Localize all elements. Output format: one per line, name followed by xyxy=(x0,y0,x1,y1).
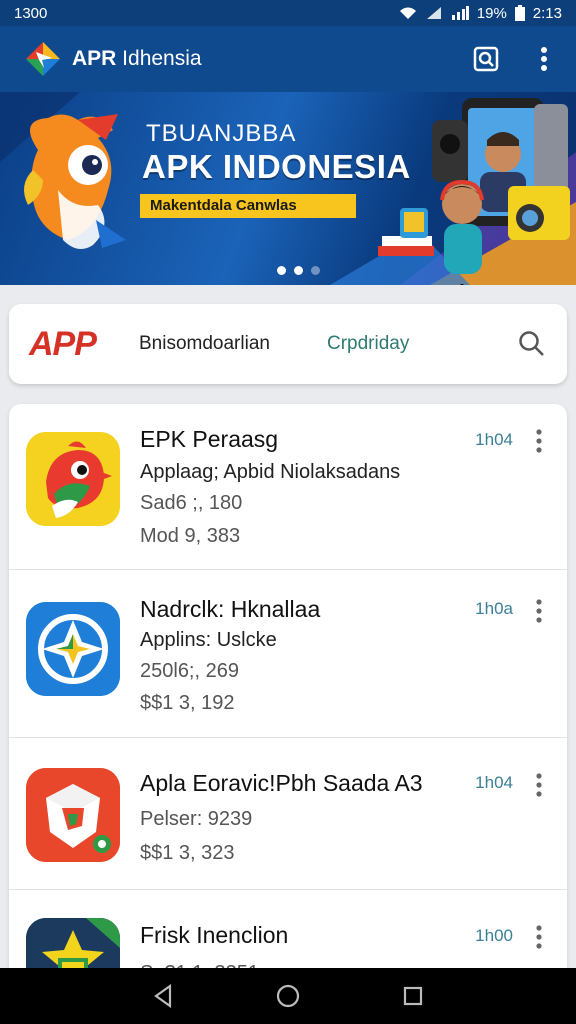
app-name: Apla Eoravic!Pbh Saada A3 xyxy=(140,770,423,796)
pager-dot[interactable] xyxy=(294,266,303,275)
more-vert-icon[interactable] xyxy=(531,428,547,454)
signal-bars-icon xyxy=(451,6,469,20)
home-icon[interactable] xyxy=(273,981,303,1011)
app-name: Nadrclk: Hknallaa xyxy=(140,596,321,622)
bird-app-icon xyxy=(26,432,120,526)
wifi-icon xyxy=(399,7,416,19)
devices-illustration xyxy=(378,98,570,285)
tab-category[interactable]: Crpdriday xyxy=(327,333,467,355)
app-bar: APR Idhensia xyxy=(0,26,576,92)
more-vert-icon[interactable] xyxy=(531,772,547,798)
app-line-1: Pelser: 9239 xyxy=(140,808,253,830)
search-brand-logo: APP xyxy=(29,325,121,364)
app-line-2: $$1 3, 323 xyxy=(140,842,235,864)
search-square-icon[interactable] xyxy=(472,45,500,73)
app-title-bold: APR xyxy=(72,47,117,70)
app-title: APR Idhensia xyxy=(72,47,472,71)
more-vert-icon[interactable] xyxy=(531,598,547,624)
search-brand-text: APP xyxy=(29,324,97,363)
signal-icon xyxy=(426,7,441,19)
banner-tag: Makentdala Canwlas xyxy=(140,194,356,218)
app-title-rest: Idhensia xyxy=(116,47,202,70)
tab-browse[interactable]: Bnisomdoarlian xyxy=(139,333,309,355)
list-item[interactable]: EPK Peraasg Applaag; Apbid Niolaksadans … xyxy=(9,404,567,570)
list-item[interactable]: Apla Eoravic!Pbh Saada A3 Pelser: 9239 $… xyxy=(9,738,567,890)
app-meta: 1h04 xyxy=(475,430,513,449)
app-line-3: Mod 9, 383 xyxy=(140,525,241,547)
app-line-1: Applins: Uslcke xyxy=(140,629,277,651)
battery-icon xyxy=(514,5,525,21)
app-line-2: 250l6;, 269 xyxy=(140,660,239,682)
pager-dot-active[interactable] xyxy=(277,266,286,275)
app-logo-icon xyxy=(22,38,64,80)
app-line-1: Applaag; Apbid Niolaksadans xyxy=(140,461,401,483)
app-meta: 1h00 xyxy=(475,926,513,945)
search-icon[interactable] xyxy=(517,329,547,359)
status-bar: 1300 19% 2:13 xyxy=(0,0,576,26)
app-name: EPK Peraasg xyxy=(140,426,279,452)
mascot-bird-icon xyxy=(24,114,126,249)
back-icon[interactable] xyxy=(148,981,178,1011)
search-card: APP Bnisomdoarlian Crpdriday xyxy=(9,304,567,384)
more-vert-icon[interactable] xyxy=(530,45,558,73)
banner-kicker: TBUANJBBA xyxy=(146,120,297,147)
shield-cube-app-icon xyxy=(26,768,120,862)
more-vert-icon[interactable] xyxy=(531,924,547,950)
system-nav-bar xyxy=(0,968,576,1024)
compass-star-app-icon xyxy=(26,602,120,696)
app-name: Frisk Inenclion xyxy=(140,922,289,948)
battery-percent: 19% xyxy=(476,4,507,22)
app-meta: 1h04 xyxy=(475,773,513,792)
pager-dot[interactable] xyxy=(311,266,320,275)
list-item[interactable]: Nadrclk: Hknallaa Applins: Uslcke 250l6;… xyxy=(9,570,567,738)
status-time-left: 1300 xyxy=(14,4,48,22)
app-meta: 1h0a xyxy=(475,599,513,618)
app-list: EPK Peraasg Applaag; Apbid Niolaksadans … xyxy=(9,404,567,1024)
recents-icon[interactable] xyxy=(398,981,428,1011)
app-line-2: Sad6 ;, 180 xyxy=(140,492,243,514)
status-time-right: 2:13 xyxy=(532,4,562,22)
promo-banner[interactable]: TBUANJBBA APK INDONESIA Makentdala Canwl… xyxy=(0,92,576,285)
app-line-3: $$1 3, 192 xyxy=(140,692,235,714)
banner-pager[interactable] xyxy=(277,266,320,275)
